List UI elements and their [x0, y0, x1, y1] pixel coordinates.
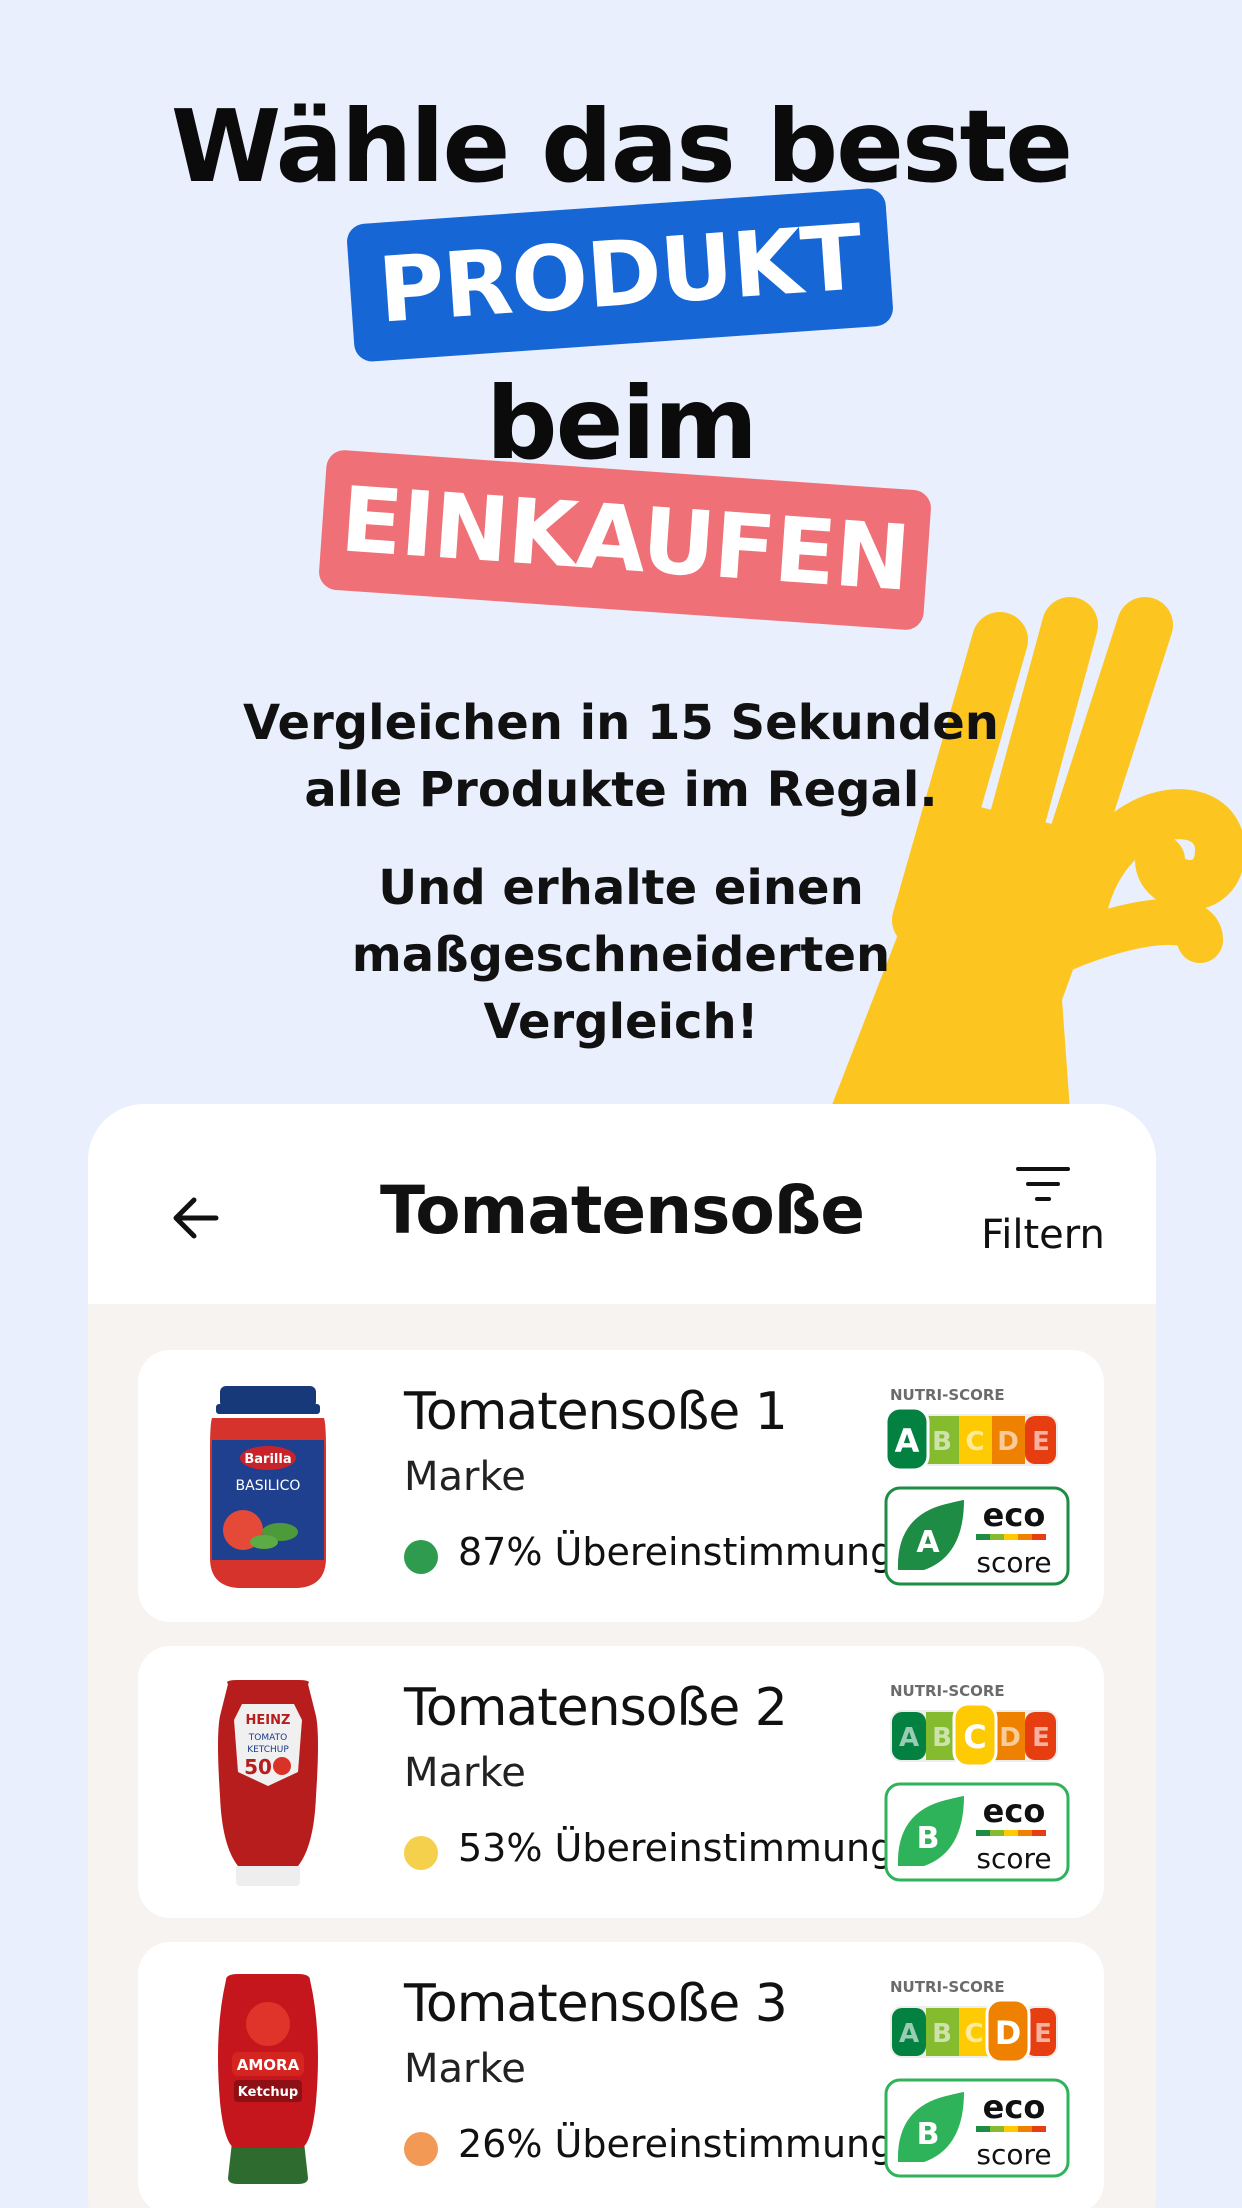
svg-text:eco: eco — [983, 1792, 1046, 1830]
svg-text:A: A — [899, 1723, 919, 1753]
svg-text:NUTRI-SCORE: NUTRI-SCORE — [890, 1978, 1005, 1996]
nutri-score-c-badge: NUTRI-SCORE A B C D E — [890, 1682, 1058, 1768]
product-card-1[interactable]: Barilla BASILICO Tomatensoße 1 Marke 87%… — [138, 1350, 1104, 1622]
product-name: Tomatensoße 2 — [404, 1678, 788, 1738]
nutri-score-d-badge: NUTRI-SCORE A B C D E — [890, 1978, 1058, 2064]
svg-text:Barilla: Barilla — [244, 1452, 291, 1467]
match-indicator-dot — [404, 2132, 438, 2166]
svg-text:score: score — [976, 2138, 1051, 2171]
svg-text:C: C — [963, 1718, 986, 1756]
svg-text:B: B — [932, 1427, 952, 1457]
svg-text:B: B — [917, 1821, 940, 1856]
svg-text:C: C — [965, 1427, 984, 1457]
svg-text:E: E — [1034, 2019, 1052, 2049]
headline-line-1: Wähle das beste — [170, 88, 1073, 205]
match-indicator-dot — [404, 1540, 438, 1574]
svg-text:eco: eco — [983, 1496, 1046, 1534]
nutri-score-a-badge: NUTRI-SCORE A B C D E — [884, 1386, 1058, 1472]
subtitle-compare-line-1: Vergleichen in 15 Sekunden — [243, 695, 999, 751]
svg-text:B: B — [932, 2019, 952, 2049]
product-card-2[interactable]: HEINZ TOMATO KETCHUP 50 Tomatensoße 2 Ma… — [138, 1646, 1104, 1918]
svg-text:D: D — [999, 1723, 1021, 1753]
svg-text:eco: eco — [983, 2088, 1046, 2126]
svg-text:50: 50 — [244, 1755, 272, 1779]
subtitle-custom-line-3: Vergleich! — [483, 994, 759, 1050]
ketchup-bottle-image: HEINZ TOMATO KETCHUP 50 — [218, 1680, 318, 1886]
filter-label: Filtern — [981, 1212, 1105, 1258]
product-brand: Marke — [404, 1750, 526, 1796]
match-indicator-dot — [404, 1836, 438, 1870]
amora-ketchup-bottle-image: AMORA Ketchup — [218, 1974, 318, 2184]
svg-text:Ketchup: Ketchup — [238, 2085, 298, 2100]
app-header: Tomatensoße Filtern — [88, 1104, 1156, 1304]
subtitle-custom: Und erhalte einen maßgeschneiderten Verg… — [0, 855, 1242, 1056]
app-screen-preview: Tomatensoße Filtern Barilla BASILICO Tom… — [88, 1104, 1156, 2208]
svg-text:D: D — [997, 1427, 1019, 1457]
svg-text:B: B — [917, 2117, 940, 2152]
product-name: Tomatensoße 1 — [404, 1382, 788, 1442]
match-percentage: 87% Übereinstimmung — [458, 1530, 895, 1574]
svg-text:HEINZ: HEINZ — [246, 1713, 291, 1728]
svg-text:B: B — [932, 1723, 952, 1753]
filter-button[interactable]: Filtern — [968, 1164, 1118, 1274]
svg-text:A: A — [916, 1525, 940, 1560]
product-brand: Marke — [404, 2046, 526, 2092]
subtitle-custom-line-2: maßgeschneiderten — [351, 927, 891, 983]
eco-score-a-badge: A eco score — [884, 1486, 1070, 1586]
svg-text:KETCHUP: KETCHUP — [247, 1745, 289, 1755]
svg-text:BASILICO: BASILICO — [236, 1478, 301, 1494]
svg-text:TOMATO: TOMATO — [248, 1733, 287, 1743]
headline-line-3: beim — [486, 365, 758, 482]
svg-text:AMORA: AMORA — [237, 2056, 300, 2074]
svg-text:A: A — [899, 2019, 919, 2049]
product-name: Tomatensoße 3 — [404, 1974, 788, 2034]
highlight-produkt: PRODUKT — [345, 187, 895, 363]
product-brand: Marke — [404, 1454, 526, 1500]
match-percentage: 26% Übereinstimmung — [458, 2122, 895, 2166]
eco-score-b-badge: B eco score — [884, 2078, 1070, 2178]
svg-text:NUTRI-SCORE: NUTRI-SCORE — [890, 1682, 1005, 1700]
subtitle-compare-line-2: alle Produkte im Regal. — [304, 762, 938, 818]
filter-icon — [1016, 1167, 1070, 1201]
svg-text:D: D — [995, 2014, 1022, 2052]
svg-text:E: E — [1032, 1723, 1050, 1753]
subtitle-custom-line-1: Und erhalte einen — [378, 860, 864, 916]
svg-text:score: score — [976, 1546, 1051, 1579]
eco-score-b-badge: B eco score — [884, 1782, 1070, 1882]
svg-text:score: score — [976, 1842, 1051, 1875]
svg-text:NUTRI-SCORE: NUTRI-SCORE — [890, 1386, 1005, 1404]
svg-text:E: E — [1032, 1427, 1050, 1457]
match-percentage: 53% Übereinstimmung — [458, 1826, 895, 1870]
product-card-3[interactable]: AMORA Ketchup Tomatensoße 3 Marke 26% Üb… — [138, 1942, 1104, 2208]
svg-text:C: C — [964, 2019, 983, 2049]
pasta-sauce-jar-image: Barilla BASILICO — [210, 1386, 326, 1588]
subtitle-compare: Vergleichen in 15 Sekunden alle Produkte… — [0, 690, 1242, 824]
svg-text:A: A — [895, 1422, 920, 1460]
